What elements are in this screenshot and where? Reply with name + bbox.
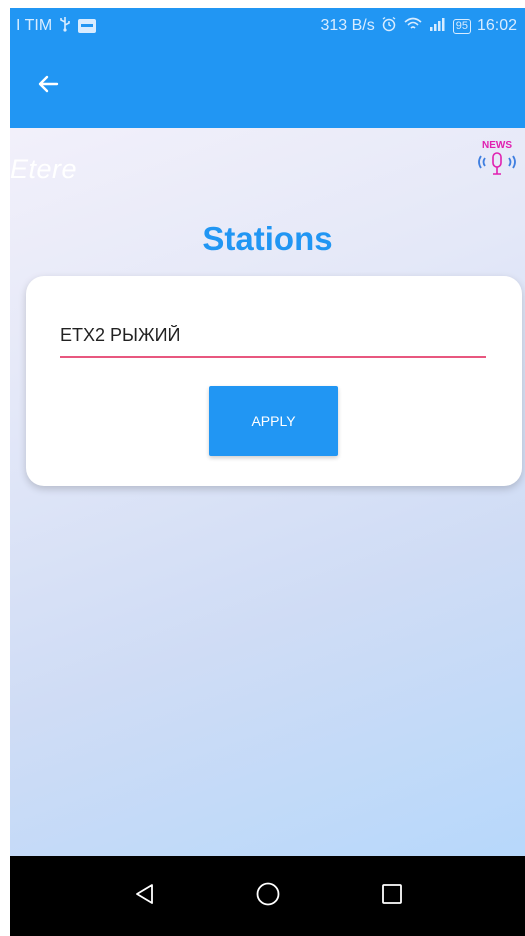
usb-icon: [58, 16, 72, 37]
nav-back-button[interactable]: [126, 878, 162, 914]
notification-app-icon: [78, 19, 97, 33]
wifi-icon: [403, 16, 423, 37]
battery-indicator: 95: [452, 18, 471, 34]
nav-home-button[interactable]: [250, 878, 286, 914]
brand-logo-text: Etere: [10, 154, 78, 184]
recents-square-icon: [381, 883, 403, 910]
news-badge-text: NEWS: [482, 140, 512, 151]
news-broadcast-icon[interactable]: NEWS: [474, 138, 520, 186]
station-input[interactable]: [60, 318, 486, 358]
alarm-icon: [381, 16, 397, 37]
nav-recents-button[interactable]: [374, 878, 410, 914]
status-left: I TIM: [16, 16, 97, 37]
page-title: Stations: [202, 220, 333, 257]
app-screen: I TIM 313 B/s 95 16:02 Etere NEWS Statio…: [10, 8, 525, 936]
status-right: 313 B/s 95 16:02: [320, 16, 517, 37]
carrier-name: I TIM: [16, 17, 53, 34]
app-bar: [10, 44, 525, 128]
signal-icon: [429, 17, 447, 36]
main-content: Etere NEWS Stations APPLY: [10, 128, 525, 856]
back-button[interactable]: [28, 66, 68, 106]
apply-button[interactable]: APPLY: [209, 386, 338, 456]
back-triangle-icon: [133, 882, 155, 911]
arrow-left-icon: [36, 72, 60, 101]
network-speed: 313 B/s: [320, 17, 375, 34]
station-card: APPLY: [26, 276, 522, 486]
system-nav-bar: [10, 856, 525, 936]
status-bar: I TIM 313 B/s 95 16:02: [10, 8, 525, 44]
time: 16:02: [476, 17, 517, 34]
home-circle-icon: [255, 881, 281, 912]
